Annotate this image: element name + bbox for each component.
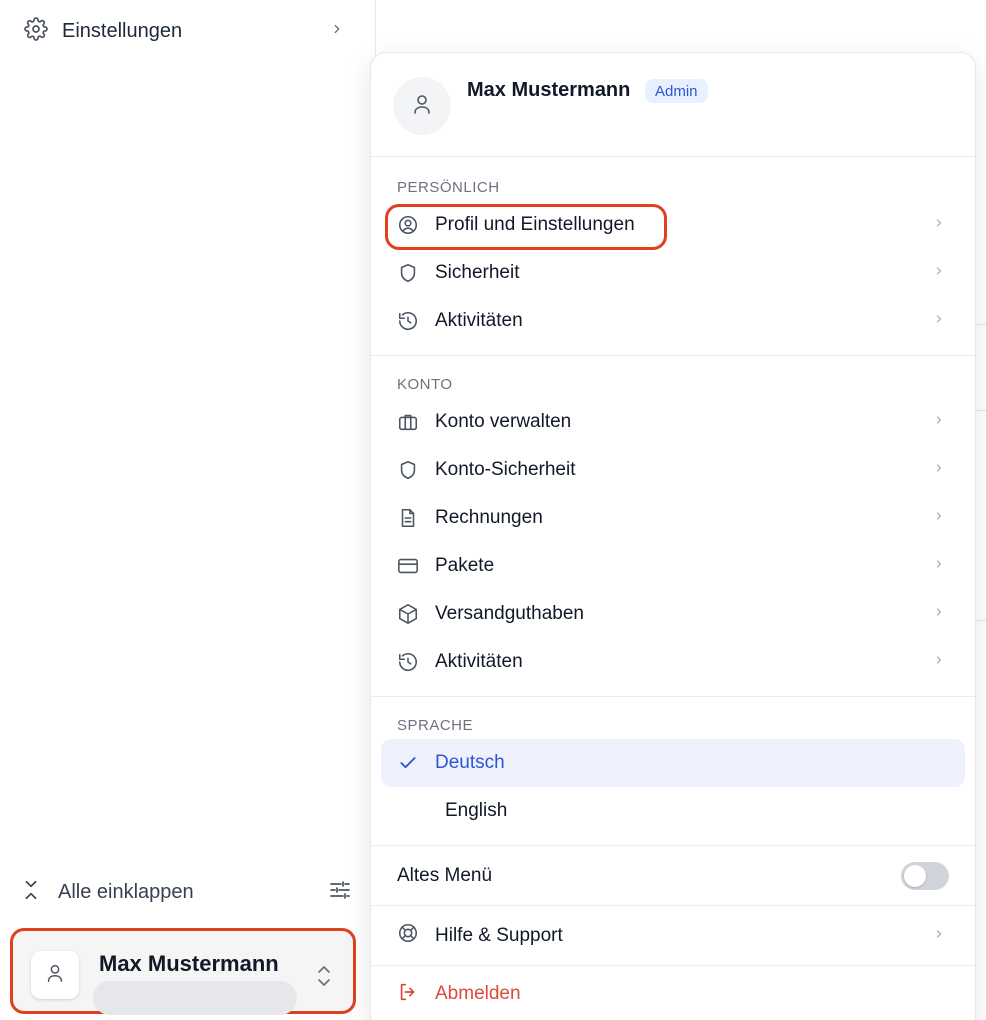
language-label: English — [445, 800, 508, 821]
user-circle-icon — [397, 214, 419, 236]
old-menu-label: Altes Menü — [397, 864, 493, 886]
logout-icon — [397, 981, 419, 1008]
menu-item-label: Aktivitäten — [435, 310, 523, 331]
section-account: KONTO Konto verwalten Konto-Sicherheit R… — [371, 356, 975, 697]
chevron-up-down-icon — [315, 963, 333, 994]
menu-item-activities[interactable]: Aktivitäten — [371, 297, 975, 345]
section-personal: PERSÖNLICH Profil und Einstellungen Sich… — [371, 157, 975, 356]
language-label: Deutsch — [435, 752, 505, 773]
menu-item-label: Versandguthaben — [435, 603, 584, 624]
credit-card-icon — [397, 555, 419, 577]
user-icon — [44, 962, 66, 989]
menu-item-label: Sicherheit — [435, 262, 520, 283]
check-placeholder — [407, 800, 429, 822]
menu-item-label: Rechnungen — [435, 507, 543, 528]
menu-user-name: Max Mustermann — [467, 79, 631, 101]
menu-header: Max Mustermann Admin — [371, 53, 975, 157]
menu-item-profile-settings[interactable]: Profil und Einstellungen — [371, 201, 975, 250]
collapse-all-row: Alle einklappen — [20, 872, 352, 912]
gear-icon — [24, 16, 48, 46]
chevron-right-icon — [933, 927, 945, 945]
menu-item-shipping-credit[interactable]: Versandguthaben — [371, 590, 975, 638]
section-title: PERSÖNLICH — [397, 179, 500, 196]
menu-item-account-activities[interactable]: Aktivitäten — [371, 638, 975, 686]
chevron-right-icon — [933, 509, 945, 527]
user-dropdown-menu: Max Mustermann Admin PERSÖNLICH Profil u… — [370, 52, 976, 1020]
menu-item-account-security[interactable]: Konto-Sicherheit — [371, 446, 975, 494]
menu-item-label: Konto-Sicherheit — [435, 459, 576, 480]
chevron-right-icon — [933, 653, 945, 671]
old-menu-toggle[interactable] — [901, 861, 949, 890]
history-icon — [397, 651, 419, 673]
menu-item-label: Hilfe & Support — [435, 924, 563, 946]
check-icon — [397, 752, 419, 774]
menu-item-manage-account[interactable]: Konto verwalten — [371, 398, 975, 446]
user-icon — [410, 92, 434, 121]
user-card-name: Max Mustermann — [99, 951, 279, 976]
collapse-all-button[interactable]: Alle einklappen — [58, 881, 328, 904]
chevron-right-icon — [933, 413, 945, 431]
section-language: SPRACHE Deutsch English — [371, 697, 975, 846]
menu-item-label: Aktivitäten — [435, 651, 523, 672]
toggle-knob — [904, 864, 926, 887]
chevron-right-icon — [933, 605, 945, 623]
section-title: SPRACHE — [397, 717, 474, 734]
avatar — [393, 77, 451, 135]
logout-label: Abmelden — [435, 983, 521, 1004]
chevron-right-icon — [330, 22, 344, 41]
package-icon — [397, 603, 419, 625]
shield-icon — [397, 262, 419, 284]
user-card-subtitle-placeholder — [93, 981, 297, 1015]
language-option-english[interactable]: English — [381, 787, 965, 835]
logout-button[interactable]: Abmelden — [371, 966, 975, 1020]
menu-item-security[interactable]: Sicherheit — [371, 249, 975, 297]
sliders-icon[interactable] — [328, 878, 352, 907]
avatar — [31, 951, 79, 999]
menu-item-help-support[interactable]: Hilfe & Support — [371, 906, 975, 966]
role-badge: Admin — [645, 79, 708, 103]
language-option-deutsch[interactable]: Deutsch — [381, 739, 965, 787]
chevron-right-icon — [933, 312, 945, 330]
sidebar-item-settings[interactable]: Einstellungen — [24, 14, 344, 48]
history-icon — [397, 310, 419, 332]
sidebar-item-label: Einstellungen — [62, 19, 183, 42]
briefcase-icon — [397, 411, 419, 433]
menu-item-label: Pakete — [435, 555, 495, 576]
old-menu-toggle-row: Altes Menü — [371, 846, 975, 906]
menu-item-packages[interactable]: Pakete — [371, 542, 975, 590]
menu-item-invoices[interactable]: Rechnungen — [371, 494, 975, 542]
chevron-right-icon — [933, 216, 945, 234]
shield-icon — [397, 459, 419, 481]
sidebar: Einstellungen Alle einklappen Max Muster… — [0, 0, 376, 1020]
chevron-right-icon — [933, 557, 945, 575]
chevron-right-icon — [933, 461, 945, 479]
menu-item-label: Profil und Einstellungen — [435, 214, 635, 235]
document-icon — [397, 507, 419, 529]
section-title: KONTO — [397, 376, 453, 393]
collapse-icon[interactable] — [20, 879, 42, 906]
chevron-right-icon — [933, 264, 945, 282]
user-menu-trigger[interactable]: Max Mustermann — [10, 928, 356, 1015]
menu-item-label: Konto verwalten — [435, 411, 572, 432]
lifebuoy-icon — [397, 922, 419, 949]
